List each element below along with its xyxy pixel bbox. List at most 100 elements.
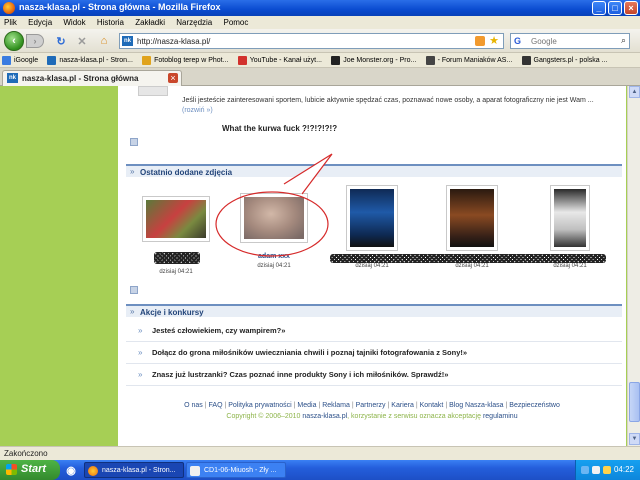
reload-icon[interactable]: ↻ <box>54 34 68 48</box>
photo-date: dzisiaj 04:21 <box>159 269 193 275</box>
firefox-icon <box>88 466 98 476</box>
page-viewport: Jeśli jesteście zainteresowani sportem, … <box>0 86 640 446</box>
bookmark-item[interactable]: YouTube - Kanał użyt... <box>236 53 327 67</box>
footer-link-blog[interactable]: Blog Nasza-klasa <box>449 402 503 409</box>
address-url[interactable]: http://nasza-klasa.pl/ <box>137 37 210 46</box>
photo-thumbnail[interactable] <box>446 185 498 251</box>
comment-text: What the kurwa fuck ?!?!?!?!? <box>222 124 338 133</box>
menu-view[interactable]: Widok <box>59 16 90 27</box>
menu-history[interactable]: Historia <box>93 16 129 27</box>
footer-copyright: Copyright © 2006–2010 nasza-klasa.pl, ko… <box>226 413 518 420</box>
bookmark-item[interactable]: - Forum Maniaków AS... <box>424 53 518 67</box>
comment-icon[interactable] <box>130 138 138 146</box>
photo-date: dzisiaj 04:21 <box>257 263 291 269</box>
photo-image <box>350 189 394 247</box>
photo-image <box>146 200 206 238</box>
menu-bookmarks[interactable]: Zakładki <box>131 16 170 27</box>
footer-link-career[interactable]: Kariera <box>391 402 414 409</box>
footer-link-ads[interactable]: Reklama <box>322 402 350 409</box>
network-icon[interactable] <box>581 466 589 474</box>
stop-icon[interactable]: ✕ <box>75 34 89 48</box>
contest-link[interactable]: Jesteś człowiekiem, czy wampirem?» <box>152 326 285 335</box>
footer-terms-link[interactable]: regulaminu <box>483 413 518 420</box>
scroll-up-icon[interactable]: ▲ <box>629 86 640 98</box>
contest-link[interactable]: Dołącz do grona miłośników uwieczniania … <box>152 348 467 357</box>
volume-icon[interactable] <box>603 466 611 474</box>
bookmark-item[interactable]: Joe Monster.org - Pro... <box>329 53 421 67</box>
photo-image <box>554 189 586 247</box>
photo-thumbnail[interactable] <box>550 185 590 251</box>
forward-button[interactable]: › <box>26 34 44 48</box>
bullet-icon: » <box>138 370 143 379</box>
vertical-scrollbar[interactable]: ▲ ▼ <box>627 86 640 446</box>
bookmark-item[interactable]: nasza-klasa.pl - Stron... <box>45 53 138 67</box>
menu-edit[interactable]: Edycja <box>24 16 57 27</box>
bookmark-item[interactable]: Gangsters.pl - polska ... <box>520 53 613 67</box>
contest-item[interactable]: » Dołącz do grona miłośników uwieczniani… <box>126 342 622 364</box>
bookmark-icon <box>142 56 152 65</box>
media-player-icon <box>190 466 200 476</box>
menu-help[interactable]: Pomoc <box>219 16 253 27</box>
photo-date: dzisiaj 04:21 <box>355 263 389 269</box>
system-tray: 04:22 <box>575 460 640 480</box>
photo-thumbnail[interactable] <box>346 185 398 251</box>
contest-item[interactable]: » Jesteś człowiekiem, czy wampirem?» <box>126 320 622 342</box>
more-photos-icon[interactable] <box>130 286 138 294</box>
tray-clock: 04:22 <box>613 465 634 474</box>
windows-logo-icon <box>6 464 17 475</box>
menu-tools[interactable]: Narzędzia <box>172 16 217 27</box>
search-input[interactable] <box>531 36 617 47</box>
page-footer: O nas | FAQ | Polityka prywatności | Med… <box>118 396 626 446</box>
contest-item[interactable]: » Znasz już lustrzanki? Czas poznać inne… <box>126 364 622 386</box>
bookmark-item[interactable]: iGoogle <box>0 53 43 67</box>
search-bar[interactable]: G ⌕ <box>510 33 630 49</box>
shield-icon[interactable] <box>592 466 600 474</box>
close-window-button[interactable]: × <box>624 1 638 15</box>
page-content: Jeśli jesteście zainteresowani sportem, … <box>118 86 626 446</box>
bullet-icon: » <box>138 326 143 335</box>
back-button[interactable]: ‹ <box>4 31 24 51</box>
redaction-scribble <box>154 252 200 264</box>
start-button[interactable]: Start <box>0 460 60 480</box>
sport-post-text: Jeśli jesteście zainteresowani sportem, … <box>182 97 594 114</box>
tab-nasza-klasa[interactable]: nk nasza-klasa.pl - Strona główna × <box>2 70 182 86</box>
scrollbar-thumb[interactable] <box>629 382 640 422</box>
footer-link-privacy[interactable]: Polityka prywatności <box>228 402 291 409</box>
bookmark-icon <box>2 56 11 65</box>
footer-link-about[interactable]: O nas <box>184 402 203 409</box>
search-icon[interactable]: ⌕ <box>621 35 626 46</box>
rss-feed-icon[interactable] <box>475 36 485 46</box>
home-icon[interactable]: ⌂ <box>97 34 111 48</box>
expand-link[interactable]: (rozwiń ») <box>182 107 213 114</box>
bullet-icon: » <box>130 167 135 176</box>
contests-header: » Akcje i konkursy <box>126 304 622 317</box>
window-title: nasza-klasa.pl - Strona główna - Mozilla… <box>19 2 221 12</box>
bookmark-item[interactable]: Fotoblog terep w Phot... <box>140 53 233 67</box>
photo-thumbnail[interactable] <box>142 196 210 242</box>
maximize-button[interactable]: □ <box>608 1 622 15</box>
bullet-icon: » <box>130 307 135 316</box>
annotation-bubble <box>215 153 333 257</box>
bookmark-icon <box>237 56 247 65</box>
post-thumbnail[interactable] <box>138 86 168 96</box>
close-tab-icon[interactable]: × <box>168 73 178 83</box>
footer-site-link[interactable]: nasza-klasa.pl <box>302 413 347 420</box>
minimize-button[interactable]: _ <box>592 1 606 15</box>
menu-file[interactable]: Plik <box>0 16 22 27</box>
footer-link-security[interactable]: Bezpieczeństwo <box>509 402 560 409</box>
taskbar-item-firefox[interactable]: nasza-klasa.pl - Stron... <box>84 462 184 478</box>
scroll-down-icon[interactable]: ▼ <box>629 433 640 445</box>
status-bar: Zakończono <box>0 446 640 460</box>
quicklaunch-icon[interactable]: ◉ <box>64 463 78 477</box>
tab-favicon-icon: nk <box>7 73 18 83</box>
contest-link[interactable]: Znasz już lustrzanki? Czas poznać inne p… <box>152 370 448 379</box>
bookmark-star-icon[interactable]: ★ <box>489 34 499 47</box>
google-engine-icon[interactable]: G <box>514 36 521 46</box>
taskbar-item-player[interactable]: CD1-06-Miuosh - Zły ... <box>186 462 286 478</box>
footer-link-partners[interactable]: Partnerzy <box>356 402 386 409</box>
footer-link-faq[interactable]: FAQ <box>209 402 223 409</box>
footer-link-contact[interactable]: Kontakt <box>420 402 444 409</box>
bookmark-icon <box>331 56 341 65</box>
footer-link-media[interactable]: Media <box>297 402 316 409</box>
address-bar[interactable]: nk http://nasza-klasa.pl/ ★ <box>119 33 504 49</box>
